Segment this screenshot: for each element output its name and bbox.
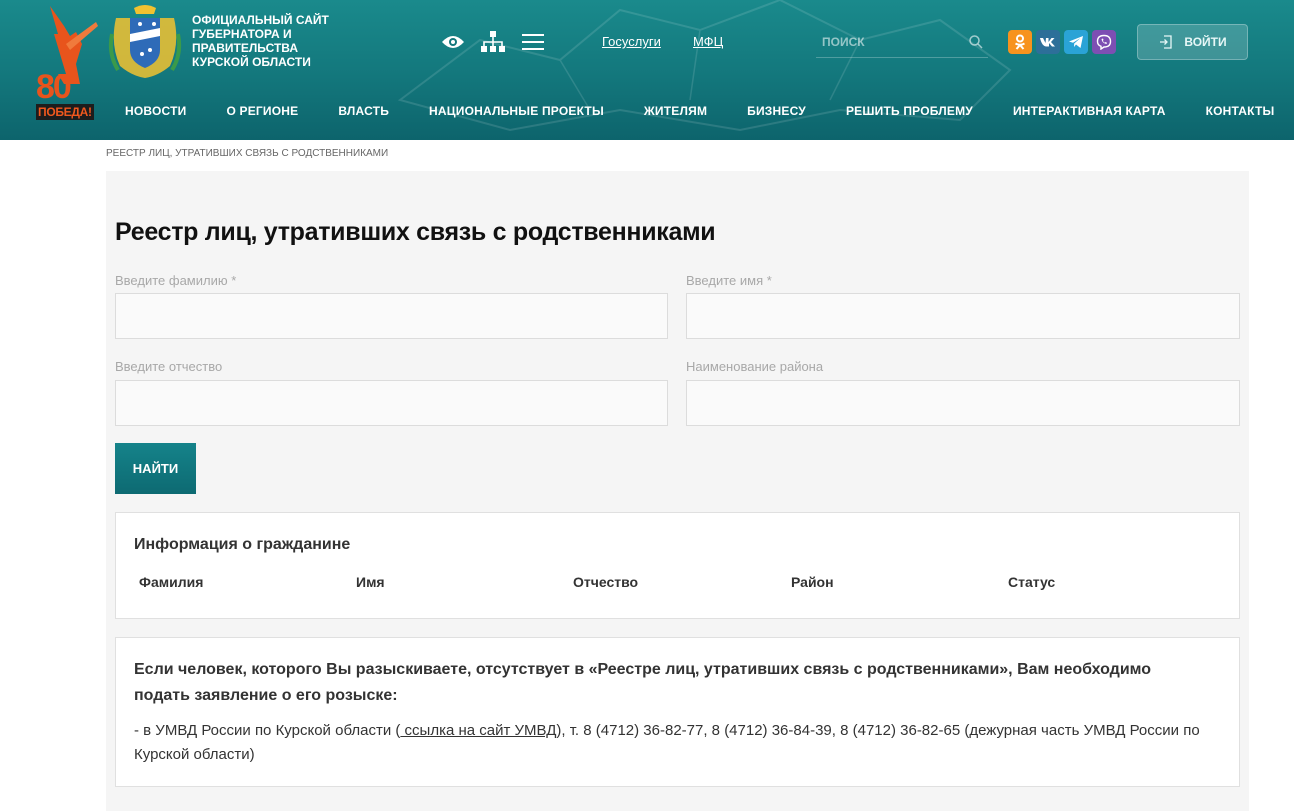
- nav-item-residents[interactable]: ЖИТЕЛЯМ: [644, 104, 707, 122]
- site-title-line: КУРСКОЙ ОБЛАСТИ: [192, 55, 311, 69]
- menu-icon[interactable]: [520, 30, 546, 54]
- instructions-lead: Если человек, которого Вы разыскиваете, …: [134, 661, 1152, 704]
- sitemap-icon[interactable]: [480, 30, 506, 54]
- surname-input[interactable]: [115, 293, 668, 339]
- name-label: Введите имя *: [686, 273, 772, 288]
- instructions-prefix: - в УМВД России по Курской области (: [134, 722, 401, 739]
- name-input[interactable]: [686, 293, 1240, 339]
- column-header-name: Имя: [356, 574, 385, 590]
- search-icon[interactable]: [968, 34, 984, 50]
- mfc-link[interactable]: МФЦ: [693, 34, 723, 49]
- badge-number: 80: [36, 68, 72, 106]
- site-title[interactable]: ОФИЦИАЛЬНЫЙ САЙТ ГУБЕРНАТОРА И ПРАВИТЕЛЬ…: [192, 13, 342, 69]
- search-input[interactable]: [816, 28, 966, 56]
- login-label: ВОЙТИ: [1184, 35, 1227, 49]
- search-box: [816, 28, 988, 58]
- viber-icon[interactable]: [1092, 30, 1116, 54]
- find-button[interactable]: НАЙТИ: [115, 443, 196, 494]
- patronymic-label: Введите отчество: [115, 359, 223, 374]
- nav-item-business[interactable]: БИЗНЕСУ: [747, 104, 806, 122]
- site-title-line: ПРАВИТЕЛЬСТВА: [192, 41, 299, 55]
- login-button[interactable]: ВОЙТИ: [1137, 24, 1248, 60]
- nav-item-interactive-map[interactable]: ИНТЕРАКТИВНАЯ КАРТА: [1013, 104, 1166, 122]
- odnoklassniki-icon[interactable]: [1008, 30, 1032, 54]
- column-header-surname: Фамилия: [139, 574, 204, 590]
- column-header-status: Статус: [1008, 574, 1056, 590]
- site-title-line: ОФИЦИАЛЬНЫЙ САЙТ: [192, 13, 329, 27]
- site-header: 80 ПОБЕДА! ОФИЦИАЛЬНЫЙ САЙТ ГУБЕРНАТОРА …: [0, 0, 1294, 140]
- badge-word: ПОБЕДА!: [36, 104, 94, 120]
- column-header-district: Район: [791, 574, 834, 590]
- search-instructions: Если человек, которого Вы разыскиваете, …: [115, 637, 1240, 787]
- kursk-coat-of-arms-icon[interactable]: [106, 4, 184, 80]
- surname-label: Введите фамилию *: [115, 273, 237, 288]
- nav-item-government[interactable]: ВЛАСТЬ: [338, 104, 389, 122]
- gosuslugi-link[interactable]: Госуслуги: [602, 34, 661, 49]
- main-nav: НОВОСТИ О РЕГИОНЕ ВЛАСТЬ НАЦИОНАЛЬНЫЕ ПР…: [125, 104, 1274, 122]
- social-links: [1008, 30, 1116, 54]
- nav-item-solve-problem[interactable]: РЕШИТЬ ПРОБЛЕМУ: [846, 104, 973, 122]
- nav-item-about-region[interactable]: О РЕГИОНЕ: [226, 104, 298, 122]
- nav-item-news[interactable]: НОВОСТИ: [125, 104, 186, 122]
- district-input[interactable]: [686, 380, 1240, 426]
- telegram-icon[interactable]: [1064, 30, 1088, 54]
- accessibility-toolbar: [440, 30, 546, 54]
- column-header-patronymic: Отчество: [573, 574, 639, 590]
- nav-item-national-projects[interactable]: НАЦИОНАЛЬНЫЕ ПРОЕКТЫ: [429, 104, 604, 122]
- eye-icon[interactable]: [440, 30, 466, 54]
- umvd-site-link[interactable]: ссылка на сайт УМВД: [400, 722, 557, 739]
- citizen-info-title: Информация о гражданине: [134, 536, 351, 553]
- citizen-info-table: Информация о гражданине Фамилия Имя Отче…: [115, 512, 1240, 619]
- page-title: Реестр лиц, утративших связь с родственн…: [115, 218, 716, 246]
- vkontakte-icon[interactable]: [1036, 30, 1060, 54]
- patronymic-input[interactable]: [115, 380, 668, 426]
- login-icon: [1160, 35, 1173, 49]
- nav-item-contacts[interactable]: КОНТАКТЫ: [1206, 104, 1275, 122]
- victory-80-badge[interactable]: 80 ПОБЕДА!: [36, 4, 100, 122]
- breadcrumb[interactable]: РЕЕСТР ЛИЦ, УТРАТИВШИХ СВЯЗЬ С РОДСТВЕНН…: [106, 148, 388, 159]
- site-title-line: ГУБЕРНАТОРА И: [192, 27, 292, 41]
- instructions-line: - в УМВД России по Курской области ( ссы…: [134, 719, 1224, 767]
- district-label: Наименование района: [686, 359, 824, 374]
